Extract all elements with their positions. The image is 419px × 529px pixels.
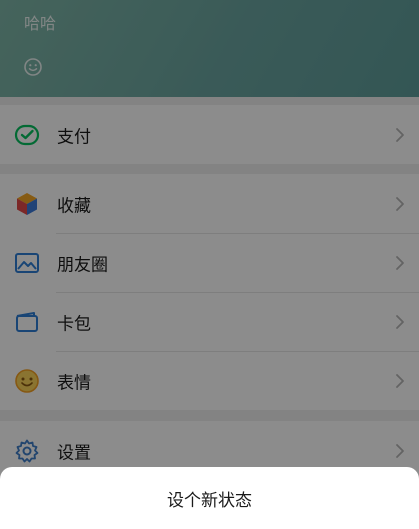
chevron-right-icon [396,255,404,270]
menu-item-card-wallet[interactable]: 卡包 [0,292,419,351]
menu-item-label: 表情 [57,373,91,393]
menu-item-favorites[interactable]: 收藏 [0,174,419,233]
menu-item-label: 收藏 [57,196,91,216]
chevron-right-icon [396,127,404,142]
menu-item-label: 朋友圈 [57,255,108,275]
profile-header[interactable]: 哈哈 [0,0,419,97]
menu-item-pay[interactable]: 支付 [0,105,419,164]
chevron-right-icon [396,373,404,388]
card-wallet-icon [16,311,38,332]
bottom-sheet: 设个新状态 [0,467,419,529]
chevron-right-icon [396,314,404,329]
divider [56,292,419,293]
menu-group-main: 收藏 朋友圈 卡包 表情 [0,174,419,410]
settings-gear-icon [15,439,39,462]
divider [56,233,419,234]
divider [56,351,419,352]
me-screen: 哈哈 支付 收藏 朋友圈 卡包 表情 设置 设个新状态 [0,0,419,529]
set-new-status-button[interactable]: 设个新状态 [0,467,419,529]
menu-group-pay: 支付 [0,105,419,164]
menu-item-moments[interactable]: 朋友圈 [0,233,419,292]
chevron-right-icon [396,196,404,211]
moments-image-icon [15,252,39,273]
favorites-cube-icon [17,192,37,215]
menu-item-stickers[interactable]: 表情 [0,351,419,410]
smile-face-icon[interactable] [24,58,42,76]
menu-item-label: 卡包 [57,314,91,334]
pay-icon [14,124,40,145]
menu-item-label: 设置 [57,443,91,463]
sticker-smile-icon [15,368,39,393]
chevron-right-icon [396,443,404,458]
profile-name: 哈哈 [24,14,57,33]
menu-item-label: 支付 [57,127,91,147]
